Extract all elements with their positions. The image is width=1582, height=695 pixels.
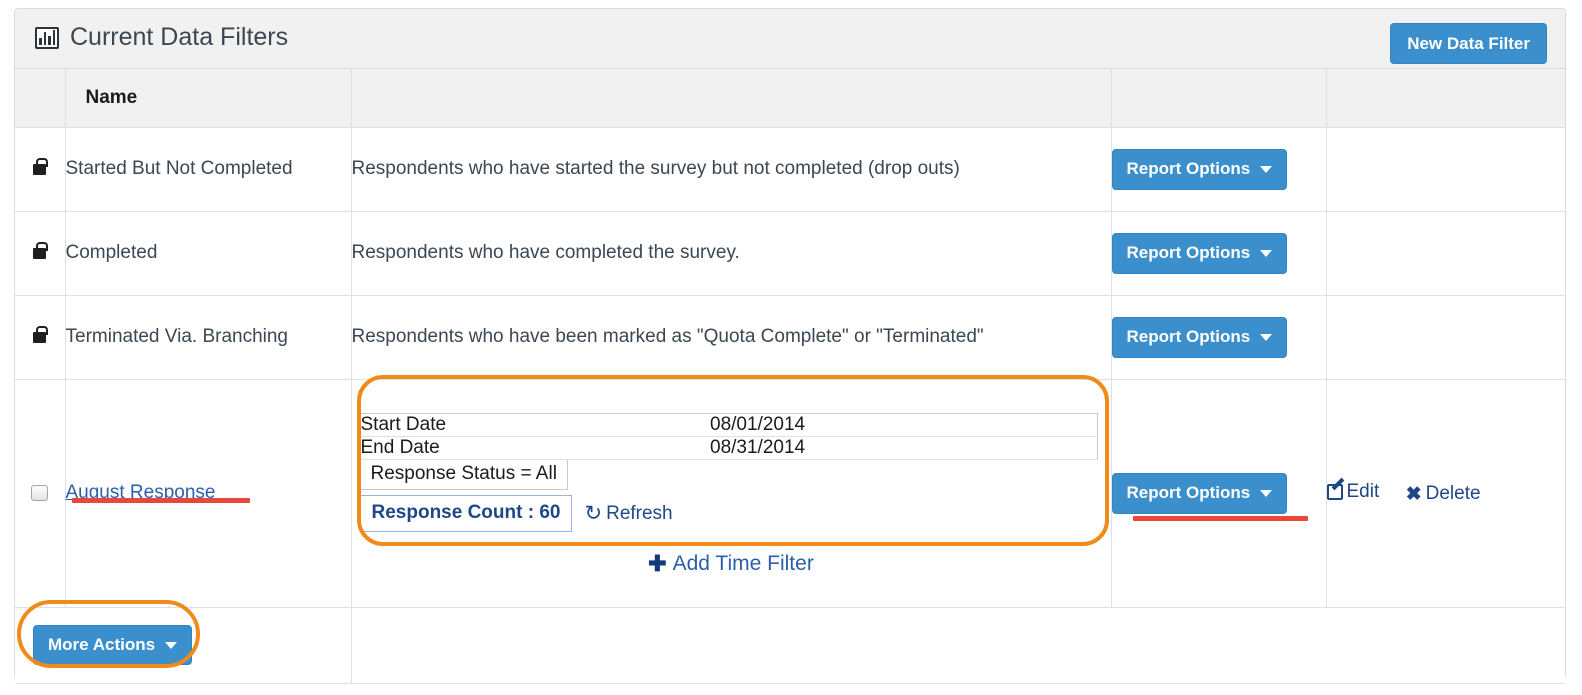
page-title: Current Data Filters <box>35 23 288 52</box>
screenshot-root: Current Data Filters New Data Filter Nam… <box>0 0 1582 695</box>
start-date-label: Start Date <box>360 413 710 437</box>
close-x-icon: ✖ <box>1405 483 1422 505</box>
row-lock-cell <box>15 127 65 212</box>
table-header: Name <box>15 69 1565 128</box>
end-date-label: End Date <box>360 436 710 460</box>
row-report-cell: Report Options <box>1110 295 1326 380</box>
row-description: Respondents who have been marked as "Quo… <box>350 295 1111 380</box>
row-description: Respondents who have started the survey … <box>350 127 1111 212</box>
lock-icon <box>33 325 48 343</box>
filter-name-link[interactable]: August Response <box>66 482 216 503</box>
data-filters-table: Name Started But Not Completed Responden… <box>15 69 1565 684</box>
row-actions-cell <box>1325 211 1565 296</box>
lock-icon <box>33 157 48 175</box>
header-cell-lock <box>15 69 65 128</box>
row-name: Completed <box>64 211 351 296</box>
report-options-label: Report Options <box>1126 327 1251 346</box>
more-actions-cell: More Actions <box>15 607 351 684</box>
new-data-filter-label: New Data Filter <box>1407 33 1530 53</box>
filter-detail-wrapper: Start Date 08/01/2014 End Date 08/31/201… <box>352 395 1111 591</box>
chevron-down-icon <box>1260 489 1273 497</box>
pencil-square-icon <box>1326 483 1343 500</box>
response-count-row: Response Count : 60 ↻ Refresh <box>359 495 1098 532</box>
refresh-icon: ↻ <box>584 502 603 525</box>
table-row: Started But Not Completed Respondents wh… <box>15 127 1565 212</box>
add-time-filter-label: Add Time Filter <box>672 552 814 575</box>
row-actions-cell: Edit ✖ Delete <box>1325 379 1565 608</box>
row-checkbox-cell <box>15 379 65 608</box>
filter-detail-box: Start Date 08/01/2014 End Date 08/31/201… <box>359 413 1098 532</box>
report-options-label: Report Options <box>1126 483 1251 502</box>
refresh-label: Refresh <box>606 502 673 524</box>
plus-icon: ✚ <box>648 551 667 576</box>
row-name-cell: August Response <box>64 379 351 608</box>
panel-title-text: Current Data Filters <box>70 23 289 51</box>
footer-spacer-cell-3 <box>1326 607 1565 684</box>
edit-link[interactable]: Edit <box>1326 480 1380 503</box>
row-name: Terminated Via. Branching <box>64 295 351 380</box>
panel-header: Current Data Filters New Data Filter <box>15 9 1565 69</box>
report-options-button[interactable]: Report Options <box>1111 148 1288 190</box>
table-footer-row: More Actions <box>15 607 1565 684</box>
date-range-table: Start Date 08/01/2014 End Date 08/31/201… <box>359 413 1098 460</box>
more-actions-button[interactable]: More Actions <box>33 625 193 665</box>
header-cell-actions <box>1325 69 1565 128</box>
table-row: Terminated Via. Branching Respondents wh… <box>15 295 1565 380</box>
start-date-value: 08/01/2014 <box>710 413 1097 437</box>
add-time-filter-link[interactable]: ✚ Add Time Filter <box>648 552 814 576</box>
refresh-link[interactable]: ↻ Refresh <box>584 503 672 525</box>
new-data-filter-button[interactable]: New Data Filter <box>1390 23 1547 64</box>
report-options-label: Report Options <box>1126 159 1251 178</box>
table-header-row: Name <box>15 69 1565 128</box>
chevron-down-icon <box>1260 249 1273 257</box>
row-report-cell: Report Options <box>1110 127 1326 212</box>
report-options-button[interactable]: Report Options <box>1111 472 1288 514</box>
row-lock-cell <box>15 295 65 380</box>
select-row-checkbox[interactable] <box>31 484 49 501</box>
end-date-row: End Date 08/31/2014 <box>360 436 1097 460</box>
row-report-cell: Report Options <box>1110 211 1326 296</box>
table-row: Completed Respondents who have completed… <box>15 211 1565 296</box>
delete-link[interactable]: ✖ Delete <box>1406 483 1481 505</box>
chevron-down-icon <box>1260 333 1273 341</box>
more-actions-label: More Actions <box>48 635 156 654</box>
bar-chart-icon <box>35 26 59 49</box>
edit-label: Edit <box>1346 480 1380 502</box>
footer-spacer-cell-2 <box>1111 607 1326 684</box>
table-body: Started But Not Completed Respondents wh… <box>15 127 1565 684</box>
header-cell-report <box>1110 69 1326 128</box>
row-description: Respondents who have completed the surve… <box>350 211 1111 296</box>
header-cell-name: Name <box>64 69 351 128</box>
header-cell-description <box>350 69 1111 128</box>
add-time-filter-container: ✚ Add Time Filter <box>352 552 1111 581</box>
end-date-value: 08/31/2014 <box>710 436 1097 460</box>
start-date-row: Start Date 08/01/2014 <box>360 413 1097 437</box>
row-name: Started But Not Completed <box>64 127 351 212</box>
table-row-custom-filter: August Response Start Date 08/01/2014 En… <box>15 379 1565 608</box>
report-options-button[interactable]: Report Options <box>1111 232 1288 274</box>
report-options-button[interactable]: Report Options <box>1111 316 1288 358</box>
current-data-filters-panel: Current Data Filters New Data Filter Nam… <box>14 8 1566 684</box>
row-report-cell: Report Options <box>1110 379 1326 608</box>
lock-icon <box>33 241 48 259</box>
chevron-down-icon <box>165 641 178 649</box>
report-options-label: Report Options <box>1126 243 1251 262</box>
row-actions-cell <box>1325 295 1565 380</box>
row-actions-cell <box>1325 127 1565 212</box>
footer-spacer-cell <box>350 607 1111 684</box>
response-status-chip: Response Status = All <box>359 460 568 490</box>
chevron-down-icon <box>1260 165 1273 173</box>
response-count-badge: Response Count : 60 <box>359 495 573 532</box>
delete-label: Delete <box>1425 483 1481 505</box>
row-detail-cell: Start Date 08/01/2014 End Date 08/31/201… <box>350 379 1111 608</box>
row-lock-cell <box>15 211 65 296</box>
